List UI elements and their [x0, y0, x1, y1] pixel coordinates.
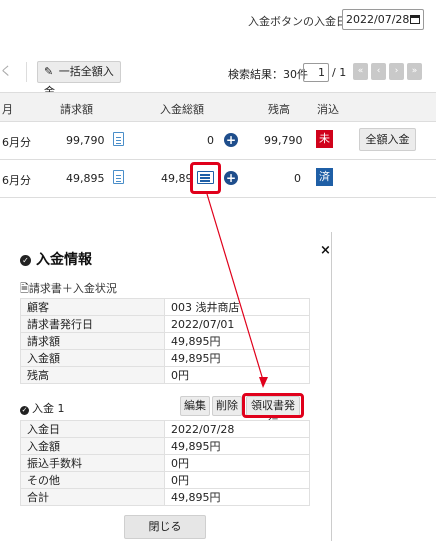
header-balance: 残高 — [268, 103, 290, 116]
close-button[interactable]: 閉じる — [124, 515, 206, 539]
table-row: 振込手数料 0円 — [20, 454, 310, 472]
row-billed: 49,895 — [66, 172, 105, 185]
invoice-key: 残高 — [20, 366, 165, 384]
payment-key: 入金日 — [20, 420, 165, 438]
payment-section-title: ✓ 入金 1 — [20, 400, 65, 416]
table-row: 合計 49,895円 — [20, 488, 310, 506]
close-icon[interactable]: × — [320, 243, 331, 258]
highlight-box-receipt — [242, 393, 304, 418]
add-payment-icon[interactable]: + — [224, 133, 238, 147]
page-total: / 1 — [332, 66, 347, 79]
toolbar-divider — [26, 62, 27, 82]
add-payment-icon[interactable]: + — [224, 171, 238, 185]
invoice-value: 2022/07/01 — [164, 315, 310, 333]
next-page-button[interactable]: › — [389, 63, 404, 80]
payment-key: その他 — [20, 471, 165, 489]
row-month: 6月分 — [2, 174, 31, 187]
payment-key: 振込手数料 — [20, 454, 165, 472]
table-row: 入金額 49,895円 — [20, 437, 310, 455]
invoice-key: 請求書発行日 — [20, 315, 165, 333]
table-row: 請求額 49,895円 — [20, 332, 310, 350]
table-header: 月 請求額 入金総額 残高 消込 — [0, 92, 436, 122]
modal-title: ✓ 入金情報 — [20, 249, 92, 269]
row-balance: 0 — [294, 172, 301, 185]
invoice-document-icon[interactable] — [113, 170, 124, 184]
highlight-box-payment-list — [190, 162, 221, 194]
page-number-input[interactable]: 1 — [303, 63, 329, 82]
invoice-status-subtitle: 🗎請求書＋入金状況 — [20, 280, 117, 299]
table-row: 6月分 99,790 0 + 99,790 未 全額入金 — [0, 122, 436, 160]
modal-title-text: 入金情報 — [36, 252, 92, 268]
invoice-key: 請求額 — [20, 332, 165, 350]
payment-section-title-text: 入金 1 — [32, 402, 65, 415]
payment-date-value: 2022/07/28 — [346, 13, 410, 26]
payment-value: 2022/07/28 — [164, 420, 310, 438]
payment-value: 49,895円 — [164, 437, 310, 455]
calendar-icon[interactable] — [410, 15, 420, 24]
payment-date-input[interactable]: 2022/07/28 — [342, 9, 424, 30]
document-icon: 🗎 — [20, 282, 29, 295]
invoice-document-icon[interactable] — [113, 132, 124, 146]
table-row: 請求書発行日 2022/07/01 — [20, 315, 310, 333]
payment-info-modal: ✓ 入金情報 × 🗎請求書＋入金状況 顧客 003 浅井商店 請求書発行日 2022/… — [0, 232, 332, 541]
table-row: 残高 0円 — [20, 366, 310, 384]
prev-page-button[interactable]: ‹ — [371, 63, 386, 80]
table-row: その他 0円 — [20, 471, 310, 489]
table-row: 入金額 49,895円 — [20, 349, 310, 367]
check-circle-icon: ✓ — [20, 406, 29, 415]
header-billed: 請求額 — [60, 103, 93, 116]
payment-value: 49,895円 — [164, 488, 310, 506]
delete-button[interactable]: 削除 — [212, 396, 242, 416]
invoice-info-table: 顧客 003 浅井商店 請求書発行日 2022/07/01 請求額 49,895円 入… — [20, 298, 310, 384]
table-row: 顧客 003 浅井商店 — [20, 298, 310, 316]
invoice-status-subtitle-text: 請求書＋入金状況 — [28, 282, 117, 295]
invoice-value: 49,895円 — [164, 332, 310, 350]
row-billed: 99,790 — [66, 134, 105, 147]
header-reconcile: 消込 — [317, 103, 339, 116]
row-month: 6月分 — [2, 136, 31, 149]
status-badge-unpaid: 未 — [316, 130, 333, 148]
header-month: 月 — [2, 103, 13, 116]
status-badge-paid: 済 — [316, 168, 333, 186]
invoice-key: 入金額 — [20, 349, 165, 367]
payment-value: 0円 — [164, 471, 310, 489]
first-page-button[interactable]: « — [353, 63, 368, 80]
edit-button[interactable]: 編集 — [180, 396, 210, 416]
invoice-value: 0円 — [164, 366, 310, 384]
invoice-value: 003 浅井商店 — [164, 298, 310, 316]
row-paid: 49,89 — [161, 172, 193, 185]
payment-value: 0円 — [164, 454, 310, 472]
top-bar: 入金ボタンの入金日： 2022/07/28 — [0, 0, 436, 42]
search-result-count: 検索結果：30件 — [228, 68, 308, 81]
toolbar: く ✎ 一括全額入金 検索結果：30件 1 / 1 « ‹ › » — [0, 56, 436, 98]
pencil-icon: ✎ — [44, 65, 54, 78]
payment-key: 合計 — [20, 488, 165, 506]
full-payment-button[interactable]: 全額入金 — [359, 128, 416, 151]
payment-info-table: 入金日 2022/07/28 入金額 49,895円 振込手数料 0円 その他 0円 合… — [20, 420, 310, 506]
header-paid-total: 入金総額 — [160, 103, 204, 116]
invoice-key: 顧客 — [20, 298, 165, 316]
last-page-button[interactable]: » — [407, 63, 422, 80]
bulk-full-payment-button[interactable]: ✎ 一括全額入金 — [37, 61, 121, 98]
toolbar-edge-text: く — [0, 64, 13, 78]
payment-key: 入金額 — [20, 437, 165, 455]
invoice-value: 49,895円 — [164, 349, 310, 367]
table-row: 入金日 2022/07/28 — [20, 420, 310, 438]
row-balance: 99,790 — [264, 134, 303, 147]
row-paid: 0 — [207, 134, 214, 147]
check-circle-icon: ✓ — [20, 255, 31, 266]
